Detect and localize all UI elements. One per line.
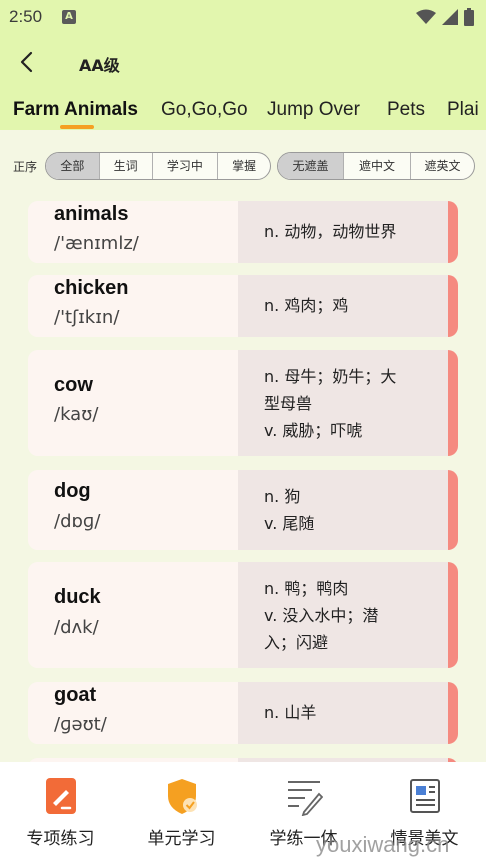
word-text: animals bbox=[54, 203, 129, 225]
status-bar: 2:50 A bbox=[0, 0, 486, 34]
status-icons bbox=[416, 8, 474, 26]
word-card[interactable]: cow /kaʊ/ n. 母牛；奶牛；大 型母兽 v. 威胁；吓唬 bbox=[28, 350, 458, 456]
card-status-bar bbox=[448, 562, 458, 668]
status-time: 2:50 bbox=[9, 7, 43, 26]
wifi-icon bbox=[416, 9, 436, 24]
filter-cover-chinese[interactable]: 遮中文 bbox=[344, 153, 411, 179]
word-card[interactable]: goat /ɡəʊt/ n. 山羊 bbox=[28, 682, 458, 744]
app-notification-icon: A bbox=[62, 10, 76, 24]
word-card[interactable]: animals /'ænɪmlz/ n. 动物，动物世界 bbox=[28, 201, 458, 263]
word-definition: n. 母牛；奶牛；大 型母兽 v. 威胁；吓唬 bbox=[264, 367, 397, 440]
filter-bar: 正序 全部 生词 学习中 掌握 无遮盖 遮中文 遮英文 bbox=[0, 150, 486, 180]
word-text: dog bbox=[54, 480, 91, 502]
filter-new-words[interactable]: 生词 bbox=[100, 153, 153, 179]
tab-pets[interactable]: Pets bbox=[387, 99, 425, 121]
filter-learning[interactable]: 学习中 bbox=[153, 153, 219, 179]
nav-label: 单元学习 bbox=[147, 829, 216, 849]
word-card[interactable]: chicken /'tʃɪkɪn/ n. 鸡肉；鸡 bbox=[28, 275, 458, 337]
word-phonetic: /kaʊ/ bbox=[54, 404, 99, 425]
pencil-doc-icon bbox=[46, 778, 76, 814]
word-definition: n. 动物，动物世界 bbox=[264, 222, 397, 241]
word-definition: n. 狗 v. 尾随 bbox=[264, 487, 315, 533]
word-list: animals /'ænɪmlz/ n. 动物，动物世界 chicken /'t… bbox=[0, 192, 486, 762]
word-text: goat bbox=[54, 684, 97, 706]
word-phonetic: /dʌk/ bbox=[54, 617, 99, 638]
newspaper-icon bbox=[410, 779, 440, 813]
page-title: AA级 bbox=[79, 56, 120, 75]
tab-go-go-go[interactable]: Go,Go,Go bbox=[161, 99, 248, 121]
notes-pen-icon bbox=[288, 781, 323, 816]
filter-no-cover[interactable]: 无遮盖 bbox=[278, 153, 344, 179]
nav-special-practice[interactable]: 专项练习 bbox=[0, 762, 121, 864]
tab-farm-animals[interactable]: Farm Animals bbox=[13, 99, 138, 121]
word-phonetic: /ɡəʊt/ bbox=[54, 714, 107, 735]
status-filter-group: 全部 生词 学习中 掌握 bbox=[45, 152, 271, 180]
nav-label: 专项练习 bbox=[26, 829, 95, 849]
card-status-bar bbox=[448, 350, 458, 456]
order-toggle[interactable]: 正序 bbox=[13, 158, 37, 175]
filter-cover-english[interactable]: 遮英文 bbox=[411, 153, 474, 179]
word-definition: n. 鸭；鸭肉 v. 没入水中；潜 入；闪避 bbox=[264, 579, 379, 652]
word-text: cow bbox=[54, 374, 93, 396]
nav-unit-study[interactable]: 单元学习 bbox=[121, 762, 242, 864]
unit-tabs: Farm Animals Go,Go,Go Jump Over Pets Pla… bbox=[0, 94, 486, 130]
active-tab-indicator bbox=[60, 125, 94, 129]
word-phonetic: /'ænɪmlz/ bbox=[54, 233, 139, 254]
back-arrow-icon[interactable] bbox=[14, 49, 40, 75]
word-definition: n. 山羊 bbox=[264, 703, 317, 722]
card-status-bar bbox=[448, 682, 458, 744]
word-card[interactable]: duck /dʌk/ n. 鸭；鸭肉 v. 没入水中；潜 入；闪避 bbox=[28, 562, 458, 668]
word-text: duck bbox=[54, 586, 101, 608]
tab-plai[interactable]: Plai bbox=[447, 99, 479, 121]
battery-icon bbox=[464, 8, 474, 26]
filter-all[interactable]: 全部 bbox=[46, 153, 100, 179]
cover-filter-group: 无遮盖 遮中文 遮英文 bbox=[277, 152, 475, 180]
word-phonetic: /'tʃɪkɪn/ bbox=[54, 307, 120, 328]
word-phonetic: /dɒɡ/ bbox=[54, 511, 101, 532]
word-text: chicken bbox=[54, 277, 129, 299]
app-header: AA级 bbox=[0, 40, 486, 84]
shield-check-icon bbox=[168, 779, 197, 814]
filter-mastered[interactable]: 掌握 bbox=[218, 153, 270, 179]
word-definition: n. 鸡肉；鸡 bbox=[264, 296, 349, 315]
card-status-bar bbox=[448, 470, 458, 550]
word-card[interactable]: dog /dɒɡ/ n. 狗 v. 尾随 bbox=[28, 470, 458, 550]
tab-jump-over[interactable]: Jump Over bbox=[267, 99, 360, 121]
watermark: youxiwang.cn bbox=[316, 832, 450, 857]
card-status-bar bbox=[448, 275, 458, 337]
signal-icon bbox=[442, 9, 458, 25]
card-status-bar bbox=[448, 201, 458, 263]
